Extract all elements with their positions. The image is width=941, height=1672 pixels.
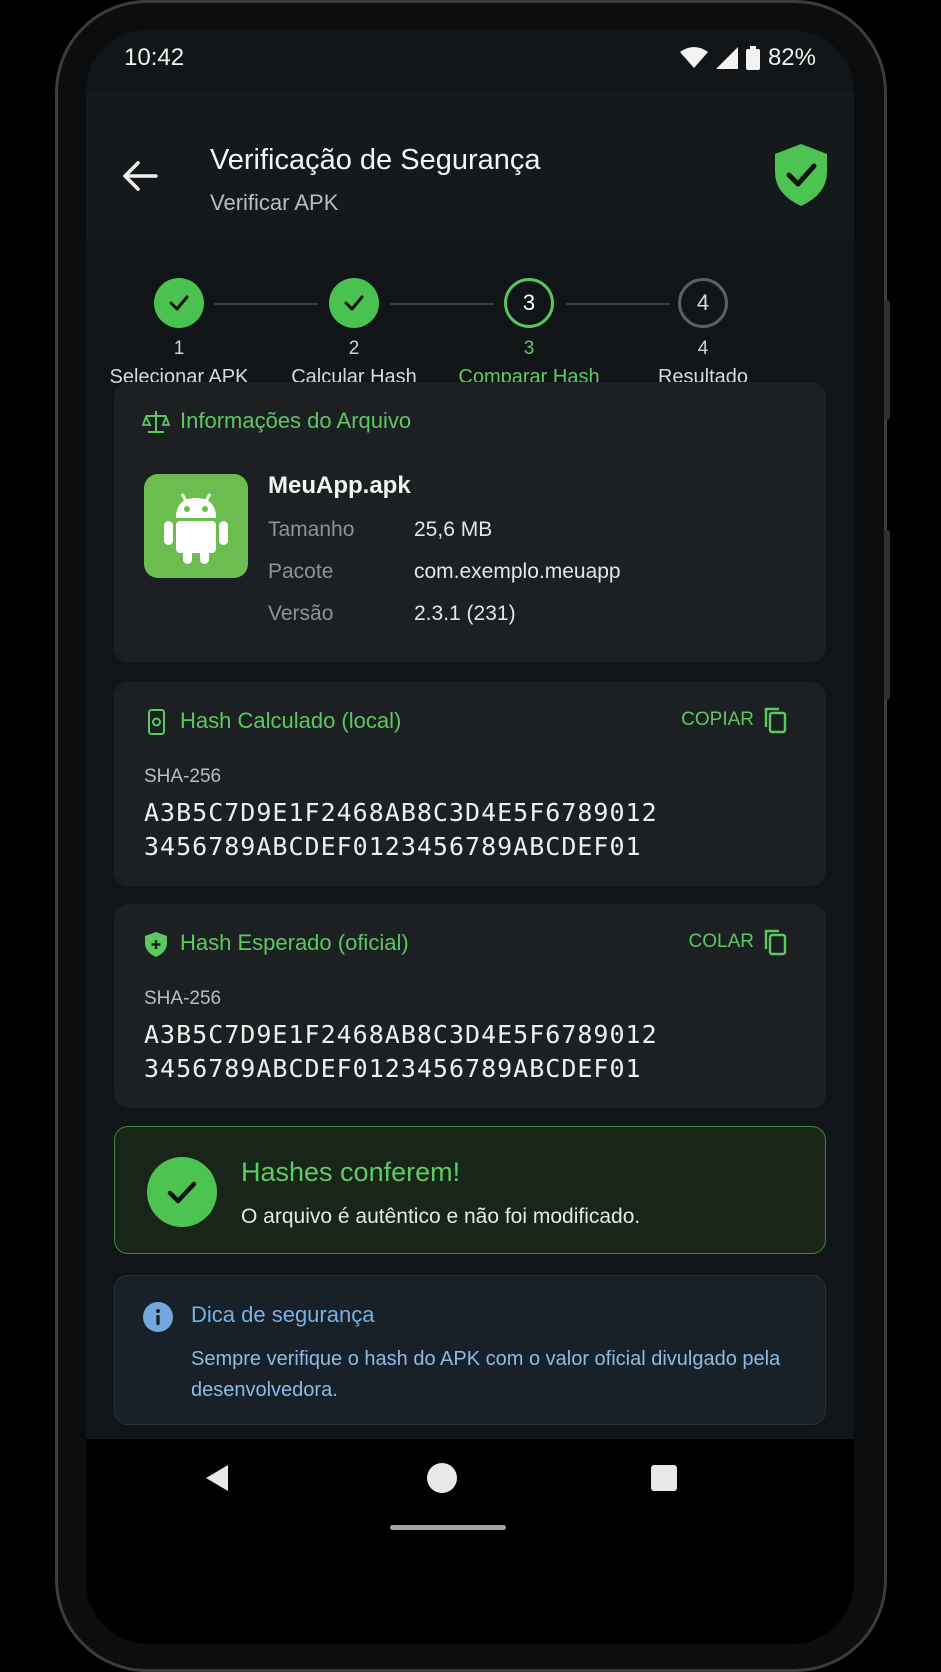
file-name: MeuApp.apk	[268, 472, 411, 499]
status-icons: 82%	[679, 44, 816, 72]
security-tip-card: Dica de segurança Sempre verifique o has…	[114, 1275, 826, 1425]
result-banner: Hashes conferem! O arquivo é autêntico e…	[114, 1126, 826, 1254]
check-icon	[169, 295, 189, 311]
android-icon	[144, 474, 248, 578]
system-nav-bar	[86, 1439, 854, 1644]
page-title: Verificação de Segurança	[210, 144, 541, 176]
app-bar: Verificação de Segurança Verificar APK	[86, 90, 854, 240]
screen: 10:42 82% Verificação de Segurança Verif…	[86, 30, 854, 1644]
expected-hash-line-2: 3456789ABCDEF0123456789ABCDEF01	[144, 1054, 642, 1083]
copy-label: COPIAR	[681, 709, 754, 730]
step-number: 1	[173, 338, 185, 359]
tip-text: Sempre verifique o hash do APK com o val…	[191, 1348, 781, 1401]
local-hash-title: Hash Calculado (local)	[180, 708, 402, 733]
nav-home-icon[interactable]	[426, 1462, 458, 1494]
nav-recents-icon[interactable]	[650, 1464, 678, 1492]
local-hash-line-2: 3456789ABCDEF0123456789ABCDEF01	[144, 832, 642, 861]
expected-hash-title: Hash Esperado (oficial)	[180, 930, 409, 955]
step-1[interactable]: 1 Selecionar APK	[94, 278, 264, 389]
result-text: O arquivo é autêntico e não foi modifica…	[241, 1205, 641, 1228]
battery-icon	[745, 46, 760, 70]
copy-button[interactable]: COPIAR	[681, 706, 788, 734]
success-check-icon	[147, 1157, 217, 1227]
step-3[interactable]: 3 3 Comparar Hash	[444, 278, 614, 389]
step-pending-indicator: 4	[678, 278, 728, 328]
tip-title: Dica de segurança	[191, 1302, 375, 1327]
step-done-indicator	[154, 278, 204, 328]
size-label: Tamanho	[268, 518, 355, 541]
volume-button	[884, 300, 890, 420]
local-hash-algorithm: SHA-256	[144, 766, 222, 787]
shield-check-icon	[775, 144, 827, 206]
scale-icon	[142, 411, 170, 433]
step-active-indicator: 3	[504, 278, 554, 328]
step-number: 2	[348, 338, 360, 359]
wifi-icon	[679, 47, 708, 68]
size-value: 25,6 MB	[414, 518, 493, 541]
paste-icon	[764, 929, 787, 956]
file-info-title: Informações do Arquivo	[180, 408, 412, 433]
status-time: 10:42	[124, 44, 185, 71]
local-hash-card: Hash Calculado (local) COPIAR SHA-256 A3…	[114, 682, 826, 886]
phone-hash-icon	[148, 709, 165, 735]
status-bar: 10:42 82%	[86, 30, 854, 90]
version-value: 2.3.1 (231)	[414, 602, 516, 625]
check-icon	[344, 295, 364, 311]
battery-level: 82%	[767, 44, 816, 71]
file-info-card: Informações do Arquivo MeuApp.apk Tamanh…	[114, 382, 826, 662]
paste-label: COLAR	[688, 931, 754, 952]
step-done-indicator	[329, 278, 379, 328]
expected-hash-value[interactable]: A3B5C7D9E1F2468AB8C3D4E5F6789012 3456789…	[144, 1018, 658, 1086]
local-hash-value[interactable]: A3B5C7D9E1F2468AB8C3D4E5F6789012 3456789…	[144, 796, 658, 864]
step-number: 4	[697, 338, 709, 359]
shield-plus-icon	[145, 932, 167, 957]
page-subtitle: Verificar APK	[210, 190, 339, 215]
version-label: Versão	[268, 602, 334, 625]
nav-back-icon[interactable]	[202, 1463, 232, 1493]
signal-icon	[715, 47, 738, 69]
step-number: 3	[523, 338, 535, 359]
step-2[interactable]: 2 Calcular Hash	[269, 278, 439, 389]
gesture-pill[interactable]	[390, 1525, 506, 1530]
package-value: com.exemplo.meuapp	[414, 560, 621, 583]
expected-hash-card: Hash Esperado (oficial) COLAR SHA-256 A3…	[114, 904, 826, 1108]
package-label: Pacote	[268, 560, 334, 583]
step-4[interactable]: 4 4 Resultado	[618, 278, 788, 389]
power-button	[884, 530, 890, 700]
info-icon	[143, 1302, 173, 1332]
expected-hash-algorithm: SHA-256	[144, 988, 222, 1009]
copy-icon	[764, 707, 787, 734]
local-hash-line-1: A3B5C7D9E1F2468AB8C3D4E5F6789012	[144, 798, 658, 827]
result-title: Hashes conferem!	[241, 1157, 461, 1187]
expected-hash-line-1: A3B5C7D9E1F2468AB8C3D4E5F6789012	[144, 1020, 658, 1049]
arrow-left-icon[interactable]	[120, 156, 160, 196]
paste-button[interactable]: COLAR	[689, 928, 788, 956]
